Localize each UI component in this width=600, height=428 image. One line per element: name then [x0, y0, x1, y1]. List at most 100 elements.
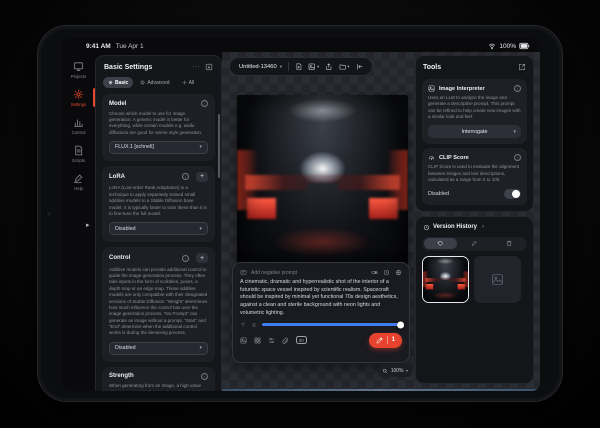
version-thumbnail-empty[interactable] — [474, 256, 521, 303]
guidance-slider-row — [240, 322, 402, 328]
share-button[interactable] — [325, 63, 333, 71]
version-thumbnail-current[interactable] — [422, 256, 469, 303]
new-document-button[interactable] — [295, 63, 303, 71]
sidebar-item-settings[interactable]: Settings — [62, 89, 95, 107]
generated-image[interactable] — [237, 95, 408, 266]
lora-dropdown[interactable]: Disabled ▾ — [109, 222, 208, 235]
text-field-icon — [240, 269, 247, 276]
globe-icon[interactable] — [395, 269, 402, 276]
wifi-icon — [488, 42, 496, 50]
tools-panel: Tools Image Interpreter i — [415, 55, 534, 212]
panel-collapse-arrow[interactable]: ▸ — [86, 222, 90, 229]
control-title: Control — [109, 255, 130, 261]
status-bar: 9:41 AM Tue Apr 1 100% — [62, 38, 540, 52]
model-description: Choose which model to use for image gene… — [109, 111, 208, 136]
text-strength-icon — [240, 322, 246, 328]
save-image-button[interactable]: ▾ — [308, 63, 319, 71]
clip-score-toggle-label: Disabled — [428, 191, 449, 197]
info-icon[interactable]: i — [514, 85, 521, 92]
settings-tabs: Basic Advanced All — [103, 77, 214, 88]
prompt-input[interactable]: A cinematic, dramatic and hyperrealistic… — [240, 279, 402, 318]
tab-basic[interactable]: Basic — [103, 77, 133, 88]
rail-label: Settings — [71, 102, 87, 107]
prompt-card: Add negative prompt — [232, 262, 410, 363]
generate-button[interactable]: 1 — [369, 333, 402, 348]
steps-badge[interactable]: 60 — [296, 336, 307, 344]
clip-score-description: CLIP Score is used to evaluate the align… — [428, 164, 521, 183]
settings-cards: Model i Choose which model to use for im… — [96, 94, 221, 391]
chevron-down-icon: ▾ — [317, 64, 319, 70]
info-icon[interactable]: i — [182, 255, 189, 262]
document-title-menu[interactable]: Untitled-13460 ▾ — [239, 64, 282, 70]
model-title: Model — [109, 101, 126, 107]
tune-sliders-icon[interactable] — [268, 337, 275, 344]
rail-label: Help — [74, 186, 83, 191]
sidebar-item-projects[interactable]: Projects — [62, 61, 95, 79]
chevron-down-icon: ▾ — [199, 226, 202, 232]
gauge-icon — [428, 154, 435, 161]
collapse-toolbar-button[interactable] — [356, 63, 364, 71]
control-dropdown[interactable]: Disabled ▾ — [109, 342, 208, 355]
export-panel-icon[interactable] — [518, 63, 526, 71]
image-interpreter-card: Image Interpreter i Uses an LLM to analy… — [422, 79, 527, 144]
button-divider — [387, 336, 388, 344]
control-card: Control i + Additive models can provide … — [102, 247, 215, 361]
sidebar-item-help[interactable]: Help — [62, 173, 95, 191]
grid-icon[interactable] — [254, 337, 261, 344]
interrogate-button[interactable]: Interrogate ▾ — [428, 125, 521, 138]
projects-icon — [73, 61, 84, 72]
version-history-title: Version History — [433, 224, 477, 230]
folder-button[interactable]: ▾ — [339, 63, 350, 71]
clip-score-title: CLIP Score — [439, 155, 469, 161]
model-dropdown[interactable]: FLUX.1 [schnell] ▾ — [109, 141, 208, 154]
sidebar-item-control[interactable]: Control — [62, 117, 95, 135]
attachment-icon[interactable] — [282, 337, 289, 344]
version-history-tabs — [422, 237, 527, 251]
negative-prompt-placeholder[interactable]: Add negative prompt — [251, 270, 297, 276]
lora-description: LoRA (Low-order Rank Adaptation) is a te… — [109, 185, 208, 217]
model-card: Model i Choose which model to use for im… — [102, 94, 215, 161]
info-icon[interactable]: i — [514, 154, 521, 161]
history-tab-timeline[interactable] — [424, 238, 457, 249]
guidance-slider-track[interactable] — [262, 323, 402, 326]
canvas-bottom-bar — [222, 389, 540, 391]
tab-advanced[interactable]: Advanced — [135, 77, 174, 88]
history-tab-edits[interactable] — [458, 238, 491, 249]
control-description: Additive models can provide additional c… — [109, 267, 208, 337]
info-icon[interactable]: i — [201, 100, 208, 107]
add-control-button[interactable]: + — [196, 253, 208, 263]
history-tab-trash[interactable] — [492, 238, 525, 249]
guidance-slider-knob[interactable] — [397, 321, 404, 328]
version-history-header[interactable]: Version History › — [422, 223, 527, 232]
toggle-icon[interactable] — [371, 269, 378, 276]
lora-card: LoRA i + LoRA (Low-order Rank Adaptation… — [102, 166, 215, 242]
history-icon[interactable] — [383, 269, 390, 276]
lora-title: LoRA — [109, 174, 125, 180]
chevron-down-icon: ▾ — [347, 64, 349, 70]
version-history-icon — [423, 224, 430, 231]
more-options-button[interactable]: ··· — [193, 64, 201, 70]
brush-icon — [376, 337, 383, 344]
info-icon[interactable]: i — [182, 173, 189, 180]
version-history-card: Version History › — [415, 216, 534, 384]
image-interpreter-description: Uses an LLM to analyze the image and gen… — [428, 95, 521, 120]
save-settings-icon[interactable] — [205, 63, 213, 71]
clip-score-toggle[interactable] — [504, 189, 521, 199]
negative-prompt-row: Add negative prompt — [240, 269, 402, 276]
tab-all[interactable]: All — [177, 77, 200, 88]
magnifier-icon — [382, 368, 388, 374]
thumbnail-art — [423, 257, 468, 302]
chart-icon — [73, 117, 84, 128]
settings-panel-header: Basic Settings ··· — [96, 56, 221, 74]
pen-scribble-icon — [73, 173, 84, 184]
zoom-control[interactable]: 100% ▾ — [378, 364, 412, 377]
sidebar-item-scripts[interactable]: Scripts — [62, 145, 95, 163]
photo-backdrop: 9:41 AM Tue Apr 1 100% — [0, 0, 600, 428]
image-interpreter-icon — [428, 85, 435, 92]
add-lora-button[interactable]: + — [196, 172, 208, 182]
settings-panel-title: Basic Settings — [104, 64, 152, 71]
info-icon[interactable]: i — [201, 373, 208, 380]
add-image-icon[interactable] — [240, 337, 247, 344]
settings-scrollbar[interactable] — [218, 114, 220, 178]
tools-column: Tools Image Interpreter i — [415, 55, 534, 384]
